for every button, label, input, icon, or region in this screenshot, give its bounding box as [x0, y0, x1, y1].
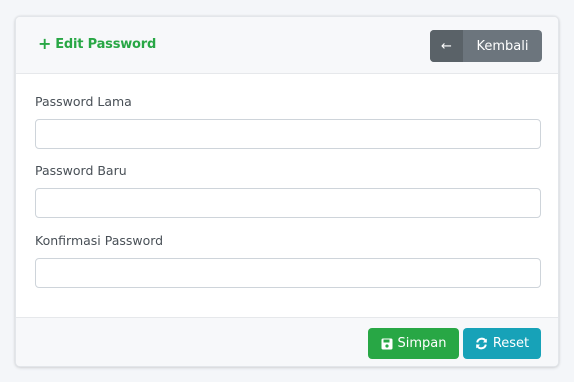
sync-icon	[475, 337, 488, 350]
new-password-field[interactable]	[35, 188, 541, 218]
save-icon	[381, 338, 393, 350]
save-button-label: Simpan	[397, 336, 447, 351]
card-header: + Edit Password ← Kembali	[16, 17, 558, 74]
new-password-label: Password Baru	[35, 163, 127, 178]
confirm-password-field[interactable]	[35, 258, 541, 288]
card-title: + Edit Password	[38, 34, 157, 53]
reset-button[interactable]: Reset	[463, 328, 541, 359]
arrow-left-icon: ←	[430, 30, 463, 62]
save-button[interactable]: Simpan	[368, 328, 459, 359]
plus-icon: +	[38, 34, 52, 53]
back-button[interactable]: ← Kembali	[430, 30, 542, 62]
card-title-text: Edit Password	[55, 37, 157, 52]
back-button-label: Kembali	[476, 38, 529, 54]
reset-button-label: Reset	[492, 336, 530, 351]
old-password-label: Password Lama	[35, 94, 132, 109]
confirm-password-label: Konfirmasi Password	[35, 233, 164, 248]
old-password-field[interactable]	[35, 119, 541, 149]
card-footer: Simpan Reset	[16, 317, 558, 366]
edit-password-card: + Edit Password ← Kembali Password Lama …	[15, 16, 559, 367]
